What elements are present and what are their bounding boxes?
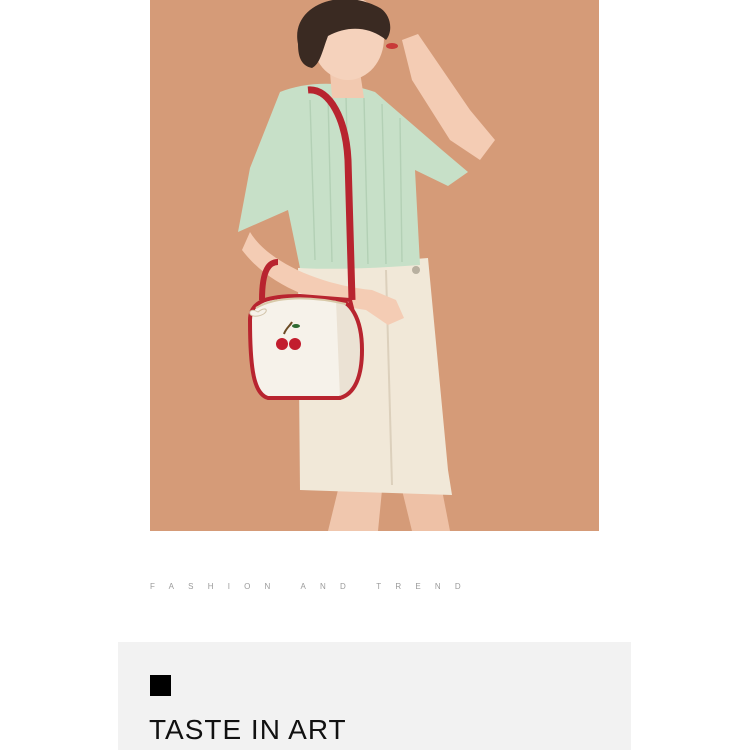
section-heading: TASTE IN ART [149, 714, 347, 745]
section-panel: TASTE IN ART [118, 642, 631, 750]
cherry-icon [276, 338, 288, 350]
tagline: FASHION AND TREND [150, 582, 475, 591]
model-lips [386, 43, 398, 49]
product-photo [150, 0, 599, 531]
model-illustration [150, 0, 599, 531]
black-square-icon [150, 675, 171, 696]
